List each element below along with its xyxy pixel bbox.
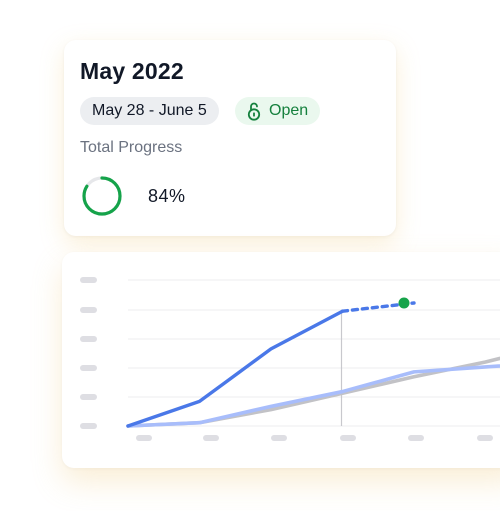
card-title: May 2022 [80, 58, 184, 84]
progress-ring [82, 176, 122, 216]
status-text: Open [269, 102, 309, 119]
status-badge[interactable]: Open [235, 97, 321, 125]
progress-label: Total Progress [80, 139, 183, 156]
progress-value: 84% [148, 186, 186, 206]
summary-card: May 2022 May 28 - June 5 Open Total Prog… [64, 40, 396, 236]
unlock-icon [245, 101, 263, 121]
date-range-chip[interactable]: May 28 - June 5 [80, 97, 219, 125]
chart-card [62, 252, 500, 468]
